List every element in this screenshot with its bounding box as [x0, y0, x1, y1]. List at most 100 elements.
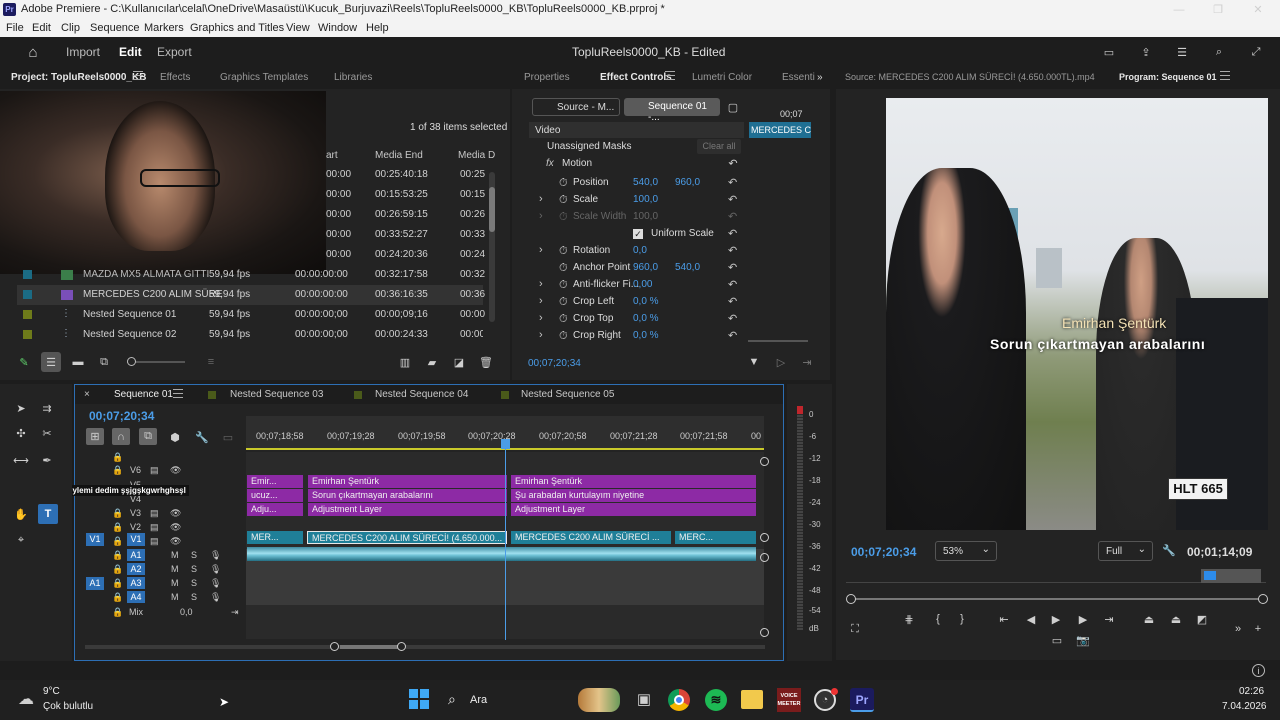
- tab-properties[interactable]: Properties: [524, 72, 570, 83]
- program-playhead-marker[interactable]: [1201, 569, 1261, 583]
- tab-project[interactable]: Project: TopluReels0000_KB: [11, 72, 146, 83]
- sort-icon[interactable]: ≡: [203, 354, 219, 370]
- trash-icon[interactable]: 🗑: [478, 354, 494, 370]
- stopwatch-icon[interactable]: ⏱: [559, 262, 568, 275]
- menu-window[interactable]: Window: [318, 22, 357, 34]
- clip-v1-4[interactable]: MERC...: [675, 531, 756, 544]
- list-item[interactable]: 00:00 00:26:59:15 00:26: [17, 205, 485, 225]
- fullscreen-icon[interactable]: ⤢: [1248, 44, 1264, 60]
- weather-temperature[interactable]: 9°C: [43, 686, 60, 697]
- type-tool-icon[interactable]: T: [38, 504, 58, 524]
- microphone-icon[interactable]: 🎙: [210, 578, 221, 589]
- playhead-handle[interactable]: [501, 439, 510, 449]
- play-audio-icon[interactable]: ▷: [774, 355, 788, 369]
- list-item[interactable]: ⋮ Nested Sequence 01 59,94 fps 00:00:00;…: [17, 305, 485, 325]
- quality-select[interactable]: Full ⌄: [1098, 541, 1153, 561]
- property-scale[interactable]: › ⏱ Scale 100,0 ↶: [529, 192, 744, 209]
- clip-v3-1[interactable]: Adju...: [247, 503, 303, 516]
- crop-top-value[interactable]: 0,0 %: [633, 313, 659, 324]
- tab-lumetri-color[interactable]: Lumetri Color: [692, 72, 752, 83]
- track-end-handle[interactable]: [760, 628, 769, 637]
- property-anchor-point[interactable]: ⏱ Anchor Point 960,0 540,0 ↶: [529, 260, 744, 277]
- razor-tool-icon[interactable]: ✂: [38, 424, 56, 442]
- captions-icon[interactable]: ▭: [221, 430, 235, 444]
- reset-icon[interactable]: ↶: [728, 278, 737, 291]
- label-color-swatch[interactable]: [23, 330, 32, 339]
- program-timecode[interactable]: 00;07;20;34: [851, 545, 916, 559]
- microphone-icon[interactable]: 🎙: [210, 592, 221, 603]
- reset-icon[interactable]: ↶: [728, 329, 737, 342]
- step-forward-icon[interactable]: ▶: [1076, 612, 1090, 626]
- stopwatch-icon[interactable]: ⏱: [559, 279, 568, 292]
- reset-icon[interactable]: ↶: [728, 227, 737, 240]
- list-view-icon[interactable]: ☰: [41, 352, 61, 372]
- track-end-handle[interactable]: [760, 457, 769, 466]
- program-scrub-bar[interactable]: [846, 594, 1268, 604]
- reset-icon[interactable]: ↶: [728, 312, 737, 325]
- scale-value[interactable]: 100,0: [633, 194, 658, 205]
- playhead[interactable]: [505, 440, 506, 640]
- property-position[interactable]: ⏱ Position 540,0 960,0 ↶: [529, 175, 744, 192]
- menu-view[interactable]: View: [286, 22, 310, 34]
- transform-tool-icon[interactable]: ⌖: [12, 531, 30, 549]
- search-icon[interactable]: ⌕: [1211, 44, 1227, 60]
- toggle-timeline-icon[interactable]: ▢: [726, 100, 740, 114]
- insert-nest-icon[interactable]: ⊞: [86, 428, 104, 445]
- ec-timecode[interactable]: 00;07;20;34: [528, 358, 581, 369]
- clip-v5-1[interactable]: Emir...: [247, 475, 303, 488]
- comparison-view-icon[interactable]: ◩: [1195, 612, 1209, 626]
- tab-libraries[interactable]: Libraries: [334, 72, 372, 83]
- menu-graphics-and-titles[interactable]: Graphics and Titles: [190, 22, 284, 34]
- tab-sequence-01[interactable]: Sequence 01: [114, 389, 173, 400]
- selection-tool-icon[interactable]: ➤: [12, 399, 30, 417]
- lock-icon[interactable]: 🔒: [112, 564, 123, 575]
- solo-button[interactable]: S: [191, 564, 197, 574]
- more-controls-icon[interactable]: »: [1231, 622, 1245, 636]
- col-media-duration[interactable]: Media D: [458, 150, 495, 161]
- property-rotation[interactable]: › ⏱ Rotation 0,0 ↶: [529, 243, 744, 260]
- clock-time[interactable]: 02:26: [1239, 686, 1264, 697]
- expand-chevron-icon[interactable]: ›: [539, 295, 543, 307]
- lift-icon[interactable]: ⏏: [1142, 612, 1156, 626]
- list-item[interactable]: MERCEDES C200 ALIM SÜRE 59,94 fps 00:00:…: [17, 285, 485, 305]
- pen-tool-icon[interactable]: ✒: [38, 451, 56, 469]
- task-view-icon[interactable]: ▣: [633, 688, 655, 710]
- reset-icon[interactable]: ↶: [728, 193, 737, 206]
- clip-indicator[interactable]: [797, 406, 803, 414]
- home-icon[interactable]: ⌂: [24, 43, 42, 61]
- menu-sequence[interactable]: Sequence: [90, 22, 140, 34]
- settings-sliders-icon[interactable]: ☰: [1174, 44, 1190, 60]
- go-to-in-icon[interactable]: ⇤: [997, 612, 1011, 626]
- video-section-header[interactable]: [529, 122, 744, 138]
- mini-timeline-clip[interactable]: MERCEDES C2: [749, 122, 811, 138]
- more-tabs-icon[interactable]: »: [817, 72, 823, 83]
- sync-lock-icon[interactable]: ▤: [150, 536, 159, 547]
- tab-effects[interactable]: Effects: [160, 72, 190, 83]
- chrome-icon[interactable]: [668, 689, 690, 711]
- list-item[interactable]: 00:00 00:24:20:36 00:24: [17, 245, 485, 265]
- minimize-icon[interactable]: —: [1170, 2, 1188, 17]
- menu-file[interactable]: File: [6, 22, 24, 34]
- file-explorer-icon[interactable]: [741, 690, 763, 709]
- stopwatch-icon[interactable]: ⏱: [559, 245, 568, 258]
- track-target-a4[interactable]: A4: [127, 591, 145, 603]
- lock-icon[interactable]: 🔒: [112, 607, 123, 618]
- reset-motion-icon[interactable]: ↶: [726, 156, 740, 170]
- search-highlight-icon[interactable]: [578, 688, 620, 712]
- tab-source-monitor[interactable]: Source: MERCEDES C200 ALIM SÜRECİ! (4.65…: [845, 72, 1095, 82]
- track-target-v1[interactable]: V1: [127, 533, 145, 546]
- anti-flicker-value[interactable]: 0,00: [633, 279, 652, 290]
- wrench-icon[interactable]: 🔧: [1162, 543, 1176, 557]
- clip-v1-2[interactable]: MERCEDES C200 ALIM SÜRECİ! (4.650.000...: [307, 531, 507, 544]
- stopwatch-icon[interactable]: ⏱: [559, 330, 568, 343]
- uniform-scale-checkbox[interactable]: ✓: [633, 229, 643, 239]
- stopwatch-icon[interactable]: ⏱: [559, 194, 568, 207]
- effect-controls-menu-icon[interactable]: [665, 71, 675, 80]
- clip-v4-2[interactable]: Sorun çıkartmayan arabalarını: [308, 489, 507, 502]
- solo-button[interactable]: S: [191, 592, 197, 602]
- mix-value[interactable]: 0,0: [180, 607, 193, 617]
- clip-v5-3[interactable]: Emirhan Şentürk: [511, 475, 756, 488]
- zoom-select[interactable]: 53% ⌄: [935, 541, 997, 561]
- share-icon[interactable]: ⇪: [1138, 44, 1154, 60]
- lock-icon[interactable]: 🔒: [112, 465, 123, 476]
